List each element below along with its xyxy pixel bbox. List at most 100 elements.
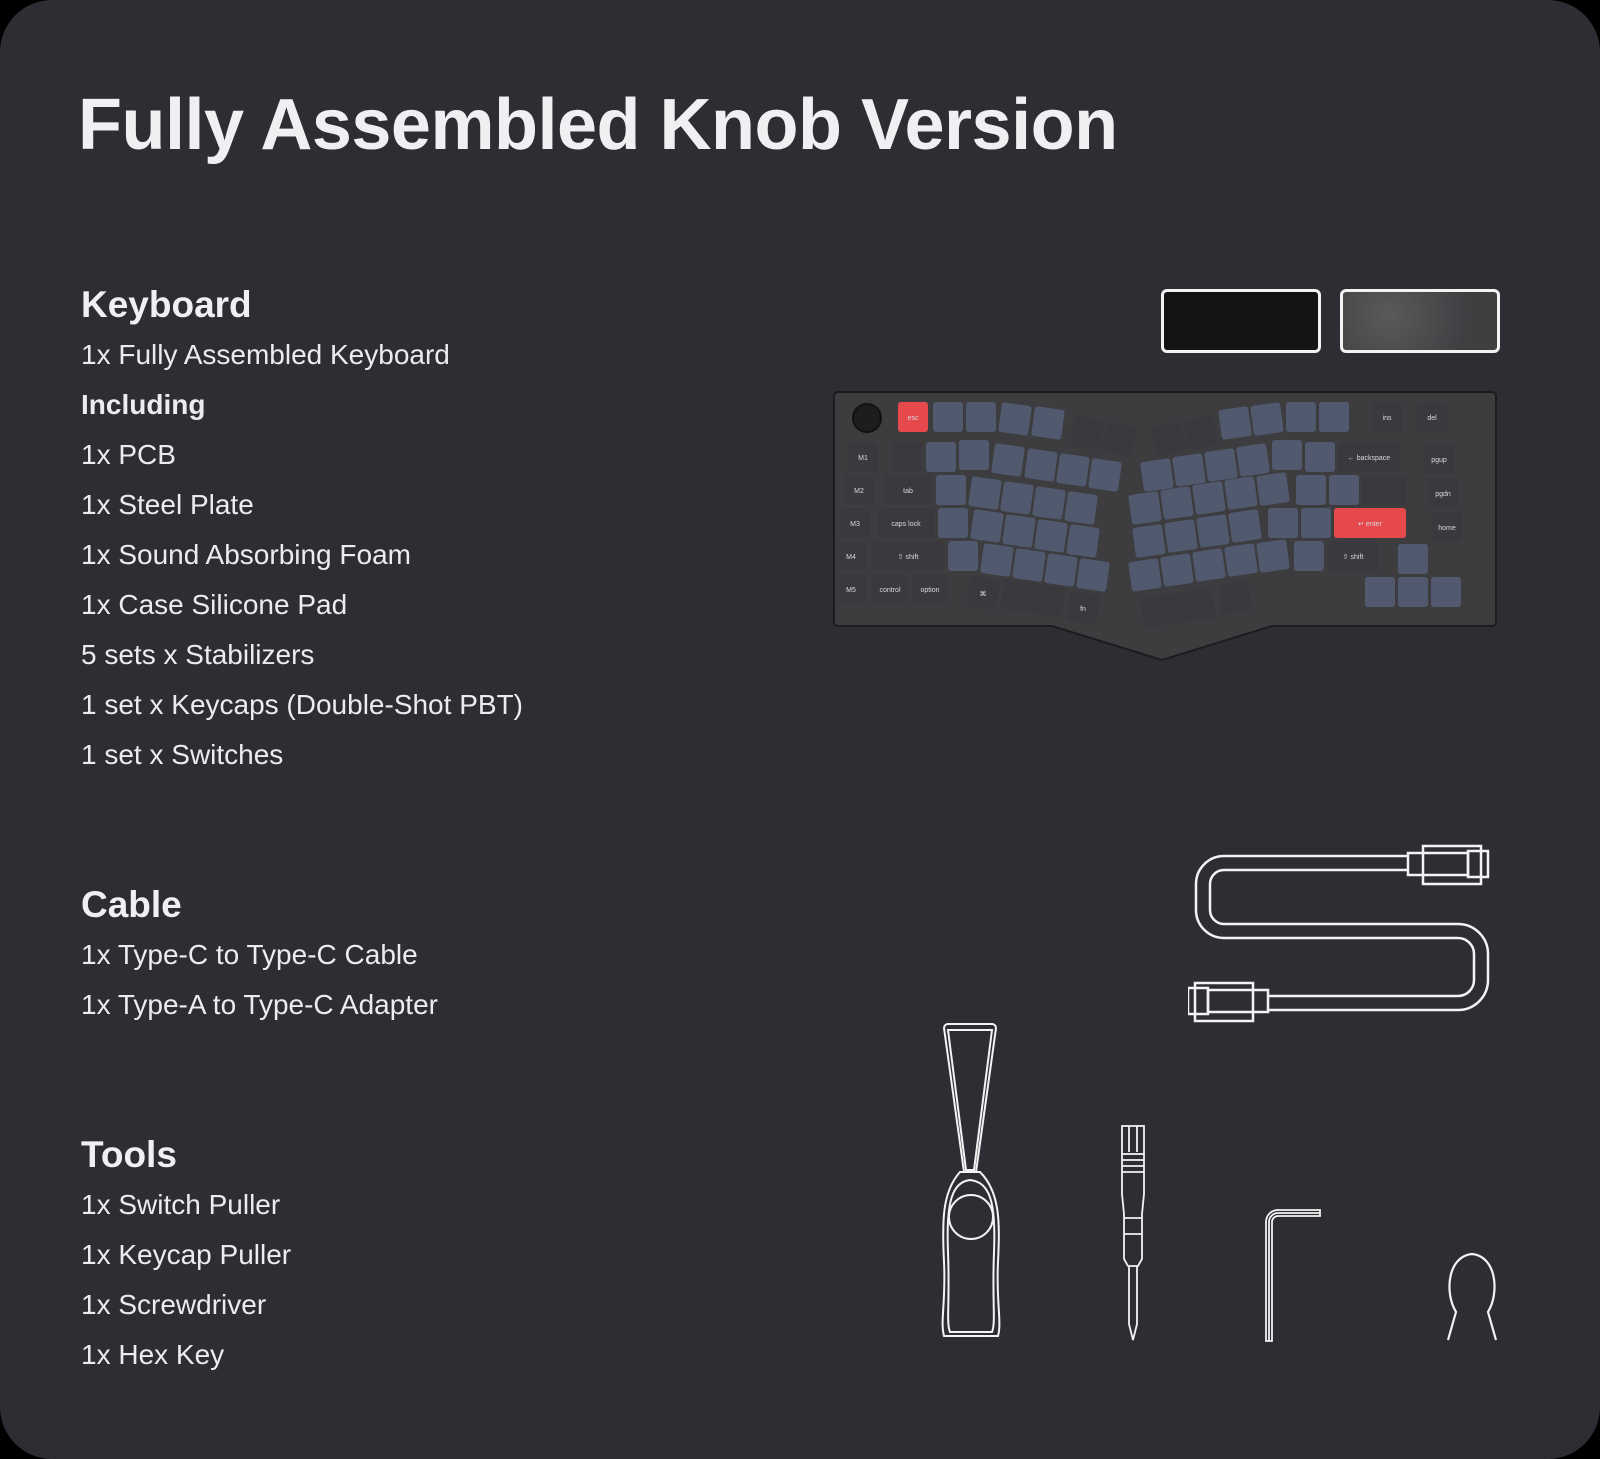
switch-puller-icon (941, 1023, 1001, 1337)
cmd-label: ⌘ (980, 590, 987, 598)
pgdn-label: pgdn (1435, 491, 1451, 498)
tools-heading: Tools (81, 1134, 177, 1175)
option-label: option (920, 587, 939, 594)
key (1128, 558, 1162, 592)
key (1319, 402, 1349, 432)
list-item: 1 set x Keycaps (Double-Shot PBT) (81, 689, 523, 720)
key (892, 442, 922, 472)
key (1294, 541, 1324, 571)
key (1256, 539, 1290, 573)
arrow-down-key (1398, 577, 1428, 607)
key (1160, 486, 1194, 520)
illustration-stroke (948, 1194, 994, 1240)
key (1250, 402, 1284, 436)
key (938, 508, 968, 538)
tools-section: Tools 1x Switch Puller 1x Keycap Puller … (81, 1130, 291, 1380)
illustration-stroke (1121, 1125, 1145, 1155)
enter-label: ↵ enter (1358, 521, 1382, 528)
list-item: 1 set x Switches (81, 739, 284, 770)
tab-label: tab (903, 488, 913, 495)
key (1002, 514, 1036, 548)
key (1301, 508, 1331, 538)
key (936, 475, 966, 505)
key (1286, 402, 1316, 432)
key (1032, 486, 1066, 520)
list-item: 1x Sound Absorbing Foam (81, 539, 411, 570)
key (1224, 543, 1258, 577)
key (1184, 416, 1218, 450)
caps-lock-label: caps lock (891, 521, 921, 528)
key (1172, 453, 1206, 487)
key (966, 402, 996, 432)
key (1088, 458, 1122, 492)
list-item: 1x Type-A to Type-C Adapter (81, 989, 438, 1020)
key (968, 476, 1002, 510)
illustration-stroke (1265, 1209, 1321, 1342)
esc-key-label: esc (908, 415, 919, 422)
keycap-puller-icon (1446, 1252, 1498, 1341)
illustration-stroke (1194, 854, 1476, 998)
key (980, 543, 1014, 577)
key (1128, 491, 1162, 525)
key (959, 440, 989, 470)
key (1070, 416, 1104, 450)
list-item: 1x Hex Key (81, 1339, 225, 1370)
key (1064, 491, 1098, 525)
key (1192, 548, 1226, 582)
list-item: 1x Fully Assembled Keyboard (81, 339, 450, 370)
list-item: 1x Type-C to Type-C Cable (81, 939, 418, 970)
list-item: 1x Steel Plate (81, 489, 254, 520)
cable-section: Cable 1x Type-C to Type-C Cable 1x Type-… (81, 880, 438, 1030)
illustration-stroke (1406, 851, 1470, 877)
key (970, 509, 1004, 543)
key (998, 402, 1032, 436)
cable-items: 1x Type-C to Type-C Cable 1x Type-A to T… (81, 930, 438, 1030)
backslash-key (1362, 475, 1406, 505)
m2-label: M2 (854, 488, 864, 495)
key (1024, 448, 1058, 482)
keyboard-heading: Keyboard (81, 284, 252, 325)
list-item: 1x Case Silicone Pad (81, 589, 348, 620)
hex-key-icon (1265, 1209, 1321, 1342)
m4-label: M4 (846, 554, 856, 561)
screwdriver-icon (1121, 1125, 1145, 1341)
key (1305, 442, 1335, 472)
key (926, 442, 956, 472)
key (1196, 514, 1230, 548)
key (1236, 443, 1270, 477)
key (1140, 458, 1174, 492)
keyboard-section: Keyboard 1x Fully Assembled Keyboard Inc… (81, 280, 523, 780)
key (1012, 548, 1046, 582)
control-label: control (879, 587, 900, 594)
ins-label: ins (1383, 415, 1392, 422)
tools-items: 1x Switch Puller 1x Keycap Puller 1x Scr… (81, 1180, 291, 1380)
key (1102, 422, 1136, 456)
key (1204, 448, 1238, 482)
key (1329, 475, 1359, 505)
illustration-stroke (1188, 986, 1210, 1016)
illustration-stroke (1265, 1209, 1321, 1342)
keyboard-image: esc M1 M2 M3 M4 M5 tab caps lock ⇧ shift… (833, 391, 1497, 662)
key (1000, 481, 1034, 515)
list-item: 1x Screwdriver (81, 1289, 267, 1320)
illustration-stroke (1466, 849, 1490, 879)
cable-icon (1188, 844, 1490, 1023)
home-label: home (1438, 525, 1456, 532)
cable-heading: Cable (81, 884, 182, 925)
illustration-stroke (1121, 1125, 1145, 1341)
knob (852, 403, 882, 433)
list-item: 1x Switch Puller (81, 1189, 281, 1220)
illustration-stroke (1121, 1154, 1145, 1267)
key (1160, 553, 1194, 587)
key (1272, 440, 1302, 470)
m1-label: M1 (858, 455, 868, 462)
key (991, 443, 1025, 477)
key (948, 541, 978, 571)
page-title: Fully Assembled Knob Version (78, 85, 1118, 165)
key (1152, 422, 1186, 456)
key (1056, 453, 1090, 487)
right-cmd-key (1218, 581, 1252, 615)
del-label: del (1427, 415, 1437, 422)
key (1192, 481, 1226, 515)
illustration-stroke (1128, 1266, 1138, 1341)
